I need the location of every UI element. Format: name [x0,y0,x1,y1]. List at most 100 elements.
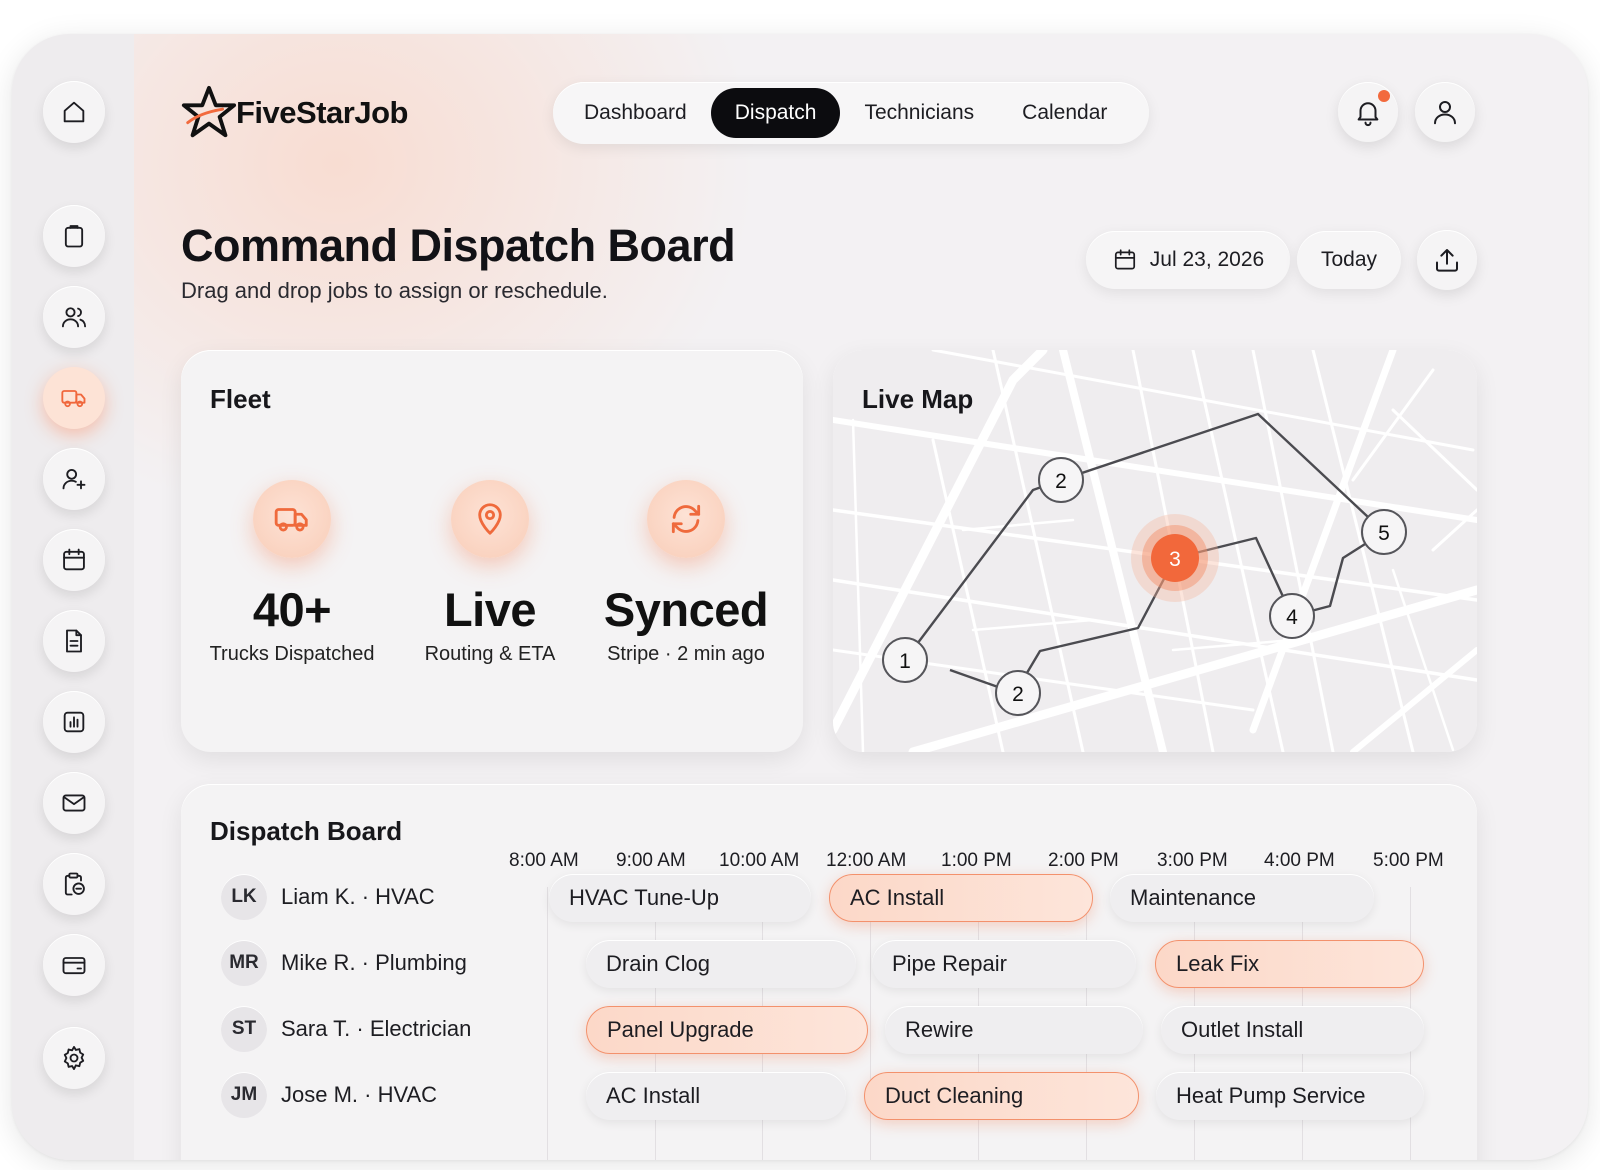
sidebar-item-documents[interactable] [43,610,105,672]
map-stop-1[interactable]: 1 [882,637,928,683]
sidebar [12,34,134,1160]
date-picker[interactable]: Jul 23, 2026 [1086,231,1290,289]
stop-label: 2 [1055,470,1067,493]
job-card-priority[interactable]: Duct Cleaning [864,1072,1139,1120]
avatar: JM [221,1072,267,1118]
sidebar-item-payments[interactable] [43,934,105,996]
grid-line [547,887,548,1160]
sidebar-item-jobs[interactable] [43,205,105,267]
map-stop-5[interactable]: 5 [1361,509,1407,555]
app-window: FiveStarJob Dashboard Dispatch Technicia… [12,34,1588,1160]
map-stop-2-upper[interactable]: 2 [1038,457,1084,503]
sidebar-item-tasks[interactable] [43,853,105,915]
sidebar-item-add-user[interactable] [43,448,105,510]
time-label: 8:00 AM [509,850,579,871]
stat-routing: Live Routing & ETA [395,480,585,666]
job-card[interactable]: AC Install [586,1072,846,1120]
avatar: ST [221,1006,267,1052]
job-card[interactable]: HVAC Tune-Up [549,874,811,922]
stat-synced: Synced Stripe · 2 min ago [591,480,781,666]
fleet-card: Fleet 40+ Trucks Dispatched Live Routing… [181,350,803,752]
sidebar-item-calendar[interactable] [43,529,105,591]
stop-label: 4 [1286,606,1298,629]
stat-label: Trucks Dispatched [209,643,375,665]
stop-label: 3 [1169,548,1181,571]
technician-row[interactable]: ST Sara T. · Electrician [221,1006,471,1052]
gear-icon [63,1045,85,1071]
clipboard-clock-icon [64,872,85,896]
profile-button[interactable] [1415,82,1475,142]
time-label: 9:00 AM [616,850,686,871]
job-card[interactable]: Drain Clog [586,940,856,988]
sidebar-item-dispatch[interactable] [43,367,105,429]
upload-icon [1436,249,1458,272]
stat-value: 40+ [252,583,332,636]
technician-row[interactable]: LK Liam K. · HVAC [221,874,435,920]
mail-icon [62,794,86,812]
stat-value: Synced [603,583,769,636]
technician-name: Jose M. · HVAC [281,1082,438,1107]
calendar-icon [63,548,85,571]
job-card[interactable]: Heat Pump Service [1156,1072,1424,1120]
tab-dispatch[interactable]: Dispatch [710,88,841,138]
technician-name: Mike R. · Plumbing [281,950,467,975]
stop-label: 1 [899,650,911,673]
today-button[interactable]: Today [1297,231,1401,289]
time-label: 10:00 AM [719,850,800,871]
sidebar-item-settings[interactable] [43,1027,105,1089]
time-label: 12:00 AM [826,850,907,871]
page-subtitle: Drag and drop jobs to assign or reschedu… [181,278,608,303]
time-label: 1:00 PM [941,850,1012,871]
star-logo-icon [181,85,237,138]
truck-icon [274,508,308,532]
job-card-priority[interactable]: Leak Fix [1155,940,1424,988]
today-label: Today [1320,248,1378,271]
tab-calendar[interactable]: Calendar [998,88,1131,138]
stat-label: Routing & ETA [424,643,556,665]
map-pin-icon [478,503,502,535]
sidebar-item-customers[interactable] [43,286,105,348]
sidebar-item-messages[interactable] [43,772,105,834]
time-label: 5:00 PM [1373,850,1444,871]
stat-trucks: 40+ Trucks Dispatched [197,480,387,666]
app-logo[interactable]: FiveStarJob [180,84,408,142]
technician-name: Sara T. · Electrician [281,1016,472,1041]
job-card[interactable]: Outlet Install [1161,1006,1424,1054]
refresh-icon [671,504,701,534]
stop-label: 5 [1378,522,1390,545]
job-card-priority[interactable]: Panel Upgrade [586,1006,868,1054]
export-button[interactable] [1417,230,1477,290]
stat-value: Live [443,583,537,636]
stop-label: 2 [1012,683,1024,706]
clipboard-icon [64,225,84,248]
main-nav: Dashboard Dispatch Technicians Calendar [553,82,1149,144]
page-title: Command Dispatch Board [181,220,736,271]
job-card[interactable]: Pipe Repair [872,940,1136,988]
notification-badge [1378,90,1390,102]
avatar: LK [221,874,267,920]
job-card[interactable]: Rewire [885,1006,1143,1054]
notifications-button[interactable] [1338,82,1398,142]
user-icon [1434,101,1456,125]
time-label: 4:00 PM [1264,850,1335,871]
sidebar-item-home[interactable] [43,81,105,143]
sidebar-item-reports[interactable] [43,691,105,753]
tab-dashboard[interactable]: Dashboard [560,88,711,138]
bell-icon [1357,102,1379,127]
technician-name: Liam K. · HVAC [281,884,435,909]
stat-icon-circle [451,480,529,558]
technician-row[interactable]: JM Jose M. · HVAC [221,1072,437,1118]
grid-line [870,887,871,1160]
user-plus-icon [62,468,86,490]
job-card[interactable]: Maintenance [1110,874,1374,922]
technician-row[interactable]: MR Mike R. · Plumbing [221,940,467,986]
map-stop-2-lower[interactable]: 2 [995,670,1041,716]
tab-technicians[interactable]: Technicians [840,88,998,138]
time-label: 2:00 PM [1048,850,1119,871]
date-value: Jul 23, 2026 [1149,248,1265,271]
map-stop-4[interactable]: 4 [1269,593,1315,639]
map-stop-3-active[interactable]: 3 [1131,514,1219,602]
live-map-card[interactable]: 1 2 2 3 4 5 Live Map [833,350,1477,752]
job-card-priority[interactable]: AC Install [829,874,1093,922]
home-icon [63,101,85,123]
